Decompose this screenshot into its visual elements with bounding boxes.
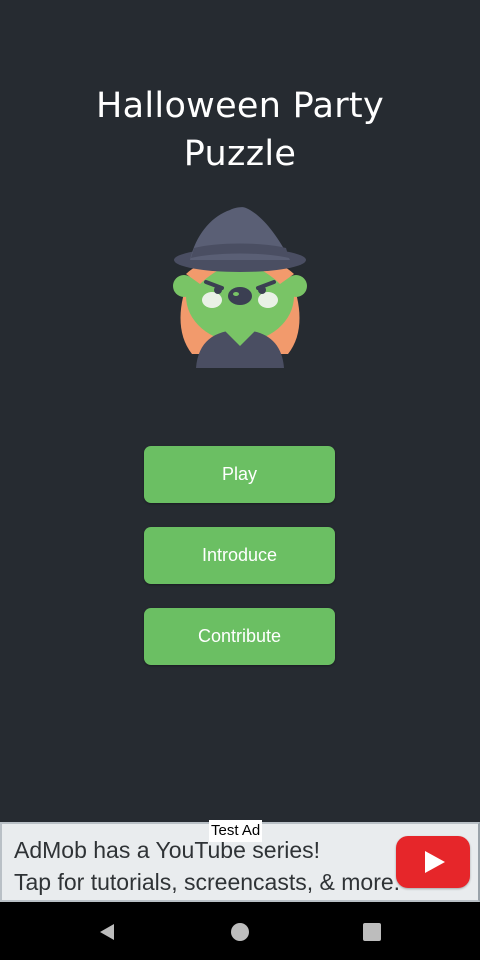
introduce-button[interactable]: Introduce [144, 527, 335, 584]
test-ad-badge: Test Ad [209, 820, 263, 842]
back-triangle-icon[interactable] [96, 921, 118, 943]
title-line-1: Halloween Party [96, 86, 384, 126]
contribute-button[interactable]: Contribute [144, 608, 335, 665]
ad-text: AdMob has a YouTube series! Tap for tuto… [14, 834, 400, 898]
app-screen: Halloween Party Puzzle Play Introduce Co… [0, 0, 480, 960]
play-button[interactable]: Play [144, 446, 335, 503]
recents-square-icon[interactable] [361, 921, 383, 943]
title-line-2: Puzzle [183, 134, 297, 174]
page-title: Halloween Party Puzzle [0, 82, 480, 178]
witch-icon [168, 204, 312, 370]
home-circle-icon[interactable] [229, 921, 251, 943]
system-nav-bar [0, 902, 480, 960]
youtube-play-icon[interactable] [396, 836, 470, 888]
ad-banner[interactable]: Test Ad AdMob has a YouTube series! Tap … [0, 820, 480, 902]
ad-line-2: Tap for tutorials, screencasts, & more. [14, 869, 401, 895]
ad-line-1: AdMob has a YouTube series! [14, 837, 321, 863]
